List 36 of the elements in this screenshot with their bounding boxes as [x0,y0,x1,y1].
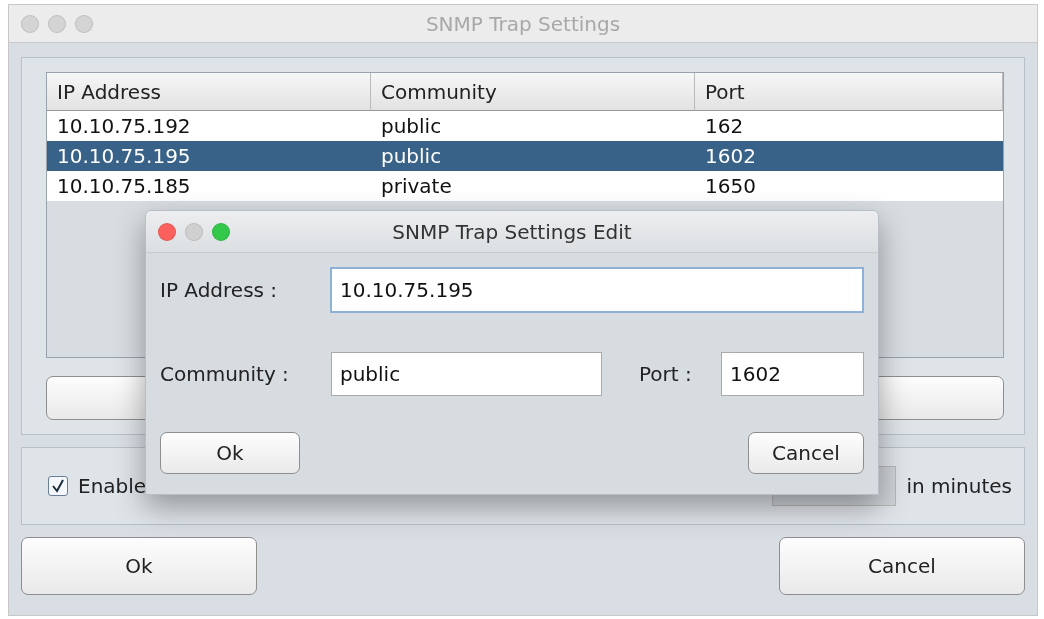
table-cell-text: 1650 [704,173,757,200]
port-field[interactable]: 1602 [721,352,864,396]
minimize-icon[interactable] [185,222,203,241]
table-cell-text: 10.10.75.185 [56,173,192,200]
community-label: Community : [160,362,290,386]
ip-field[interactable]: 10.10.75.195 [330,267,864,313]
cancel-button[interactable]: Cancel [748,432,864,474]
table-cell-text: 162 [704,113,745,140]
column-header[interactable]: Port [695,73,1003,111]
close-icon[interactable] [21,14,39,33]
zoom-icon[interactable] [212,222,230,241]
window-title: SNMP Trap Settings [425,11,621,36]
minimize-icon[interactable] [48,14,66,33]
table-cell-text: public [380,143,443,170]
ok-button[interactable]: Ok [160,432,300,474]
ip-label: IP Address : [160,278,279,302]
table-cell-text: public [380,113,443,140]
table-row[interactable]: 10.10.75.192 public 162 [47,111,1003,141]
column-header[interactable]: IP Address [47,73,371,111]
table-cell-text: private [380,173,453,200]
community-field[interactable]: public [331,352,602,396]
zoom-icon[interactable] [75,14,93,33]
dialog-title: SNMP Trap Settings Edit [392,219,632,244]
table-row[interactable]: 10.10.75.195 public 1602 [47,141,1003,171]
table-cell-text: 10.10.75.192 [56,113,192,140]
cancel-button[interactable]: Cancel [779,537,1025,595]
table-cell-text: 10.10.75.195 [56,143,192,170]
checkbox-label: Enable [78,474,147,498]
minutes-label: in minutes [906,474,1012,498]
close-icon[interactable] [158,222,176,241]
port-label: Port : [639,362,693,386]
table-cell-text: 1602 [704,143,757,170]
ok-button[interactable]: Ok [21,537,257,595]
column-header[interactable]: Community [371,73,695,111]
checkbox[interactable] [48,476,68,496]
table-row[interactable]: 10.10.75.185 private 1650 [47,171,1003,201]
